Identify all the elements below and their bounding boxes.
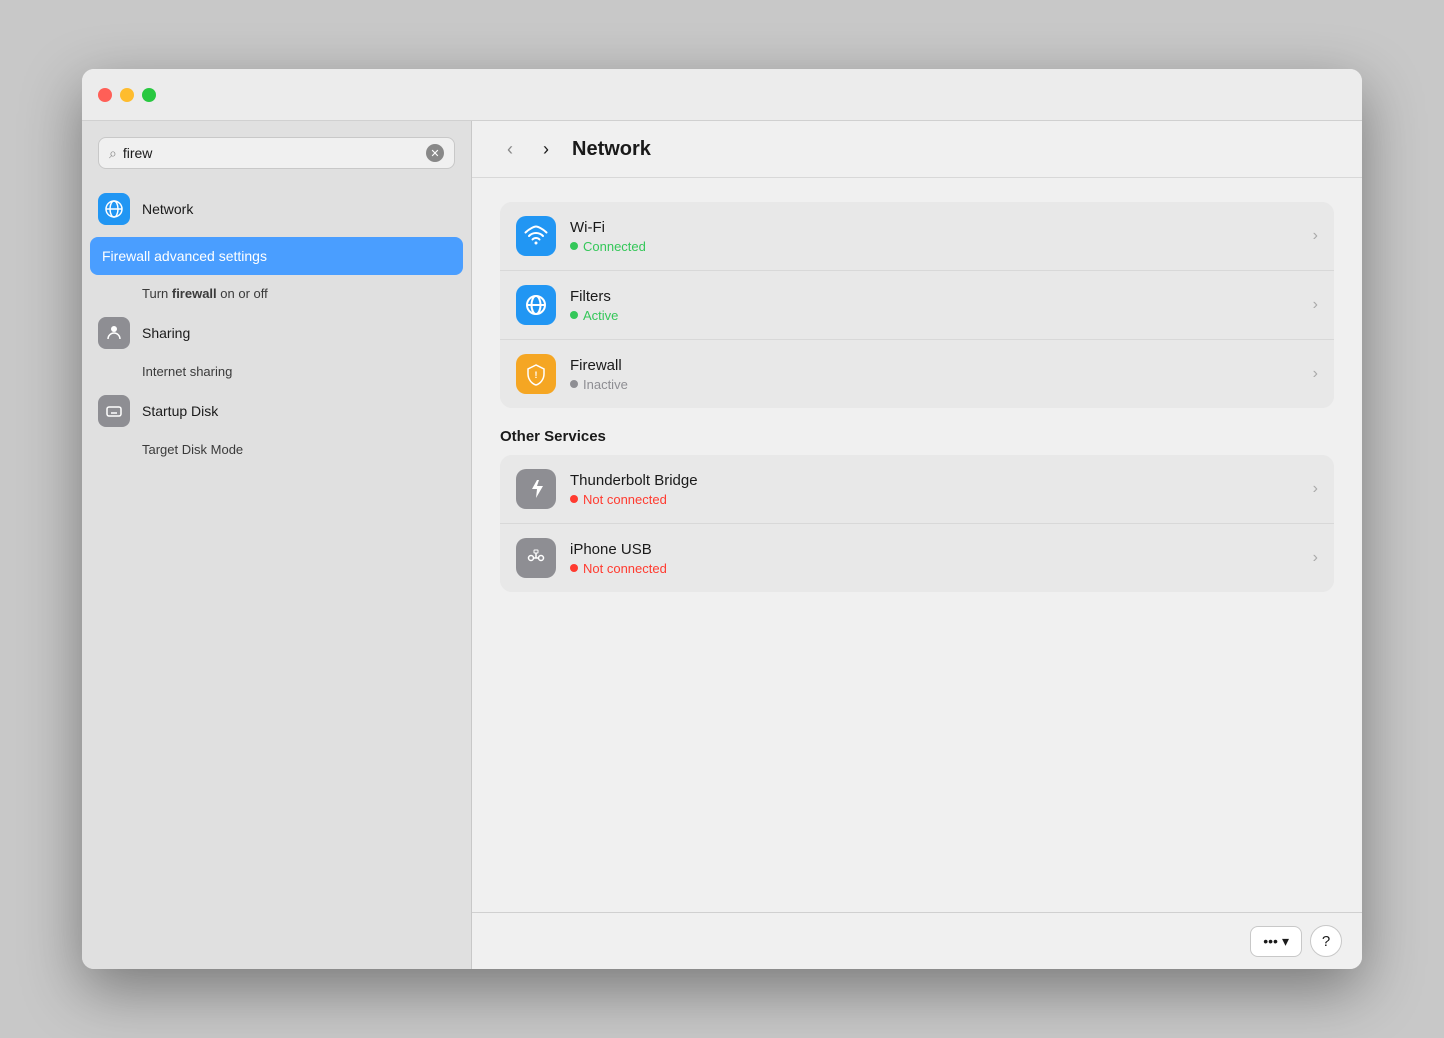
network-row-iphone-usb[interactable]: iPhone USB Not connected › xyxy=(500,524,1334,592)
sidebar-item-sharing-label: Sharing xyxy=(142,325,190,341)
sidebar-subitem-internet-sharing[interactable]: Internet sharing xyxy=(82,357,471,387)
iphone-usb-name: iPhone USB xyxy=(570,541,1313,558)
startup-disk-icon xyxy=(98,395,130,427)
wifi-name: Wi-Fi xyxy=(570,219,1313,236)
titlebar xyxy=(82,69,1362,121)
sidebar-item-firewall-label: Firewall advanced settings xyxy=(102,247,267,265)
sidebar-subitem-target-disk[interactable]: Target Disk Mode xyxy=(82,435,471,465)
sidebar-subitem-turn-firewall[interactable]: Turn firewall on or off xyxy=(82,279,471,309)
main-content: Wi-Fi Connected › xyxy=(472,178,1362,912)
sidebar: ⌕ ✕ Network Firewall xyxy=(82,121,472,969)
thunderbolt-icon xyxy=(516,469,556,509)
firewall-status: Inactive xyxy=(570,377,1313,392)
filters-status-dot xyxy=(570,311,578,319)
filters-info: Filters Active xyxy=(570,288,1313,323)
network-items-group: Wi-Fi Connected › xyxy=(500,202,1334,408)
sidebar-item-network-label: Network xyxy=(142,201,193,217)
close-button[interactable] xyxy=(98,88,112,102)
svg-text:!: ! xyxy=(535,370,538,380)
bottom-bar: ••• ▾ ? xyxy=(472,912,1362,969)
sidebar-item-startup-disk[interactable]: Startup Disk xyxy=(82,387,471,435)
main-header: ‹ › Network xyxy=(472,121,1362,178)
other-services-group: Thunderbolt Bridge Not connected › xyxy=(500,455,1334,592)
thunderbolt-status-text: Not connected xyxy=(583,492,667,507)
iphone-usb-chevron-icon: › xyxy=(1313,549,1318,567)
minimize-button[interactable] xyxy=(120,88,134,102)
sidebar-item-firewall-advanced[interactable]: Firewall advanced settings xyxy=(90,237,463,275)
more-options-button[interactable]: ••• ▾ xyxy=(1250,926,1302,957)
search-clear-button[interactable]: ✕ xyxy=(426,144,444,162)
firewall-chevron-icon: › xyxy=(1313,365,1318,383)
back-button[interactable]: ‹ xyxy=(496,135,524,163)
network-row-firewall[interactable]: ! Firewall Inactive › xyxy=(500,340,1334,408)
network-row-thunderbolt[interactable]: Thunderbolt Bridge Not connected › xyxy=(500,455,1334,524)
iphone-usb-status-dot xyxy=(570,564,578,572)
search-container: ⌕ ✕ xyxy=(82,137,471,185)
help-button[interactable]: ? xyxy=(1310,925,1342,957)
wifi-chevron-icon: › xyxy=(1313,227,1318,245)
thunderbolt-name: Thunderbolt Bridge xyxy=(570,472,1313,489)
network-row-wifi[interactable]: Wi-Fi Connected › xyxy=(500,202,1334,271)
network-row-filters[interactable]: Filters Active › xyxy=(500,271,1334,340)
sidebar-subitem-target-disk-label: Target Disk Mode xyxy=(142,442,243,457)
maximize-button[interactable] xyxy=(142,88,156,102)
wifi-info: Wi-Fi Connected xyxy=(570,219,1313,254)
thunderbolt-status-dot xyxy=(570,495,578,503)
thunderbolt-info: Thunderbolt Bridge Not connected xyxy=(570,472,1313,507)
sidebar-item-network[interactable]: Network xyxy=(82,185,471,233)
page-title: Network xyxy=(572,138,651,161)
firewall-status-dot xyxy=(570,380,578,388)
search-icon: ⌕ xyxy=(109,145,117,162)
sidebar-subitem-internet-sharing-label: Internet sharing xyxy=(142,364,232,379)
more-options-label: ••• xyxy=(1263,933,1278,949)
firewall-info: Firewall Inactive xyxy=(570,357,1313,392)
selected-item-wrap: Firewall advanced settings xyxy=(82,233,471,279)
iphone-usb-icon xyxy=(516,538,556,578)
sidebar-item-sharing[interactable]: Sharing xyxy=(82,309,471,357)
iphone-usb-status: Not connected xyxy=(570,561,1313,576)
firewall-icon: ! xyxy=(516,354,556,394)
wifi-status-text: Connected xyxy=(583,239,646,254)
sidebar-item-startup-label: Startup Disk xyxy=(142,403,218,419)
content-area: ⌕ ✕ Network Firewall xyxy=(82,121,1362,969)
sidebar-subitem-turn-firewall-label: Turn firewall on or off xyxy=(142,286,268,301)
firewall-name: Firewall xyxy=(570,357,1313,374)
filters-name: Filters xyxy=(570,288,1313,305)
filters-icon xyxy=(516,285,556,325)
wifi-icon xyxy=(516,216,556,256)
main-panel: ‹ › Network xyxy=(472,121,1362,969)
forward-button[interactable]: › xyxy=(532,135,560,163)
wifi-status: Connected xyxy=(570,239,1313,254)
network-icon xyxy=(98,193,130,225)
sharing-icon xyxy=(98,317,130,349)
filters-status-text: Active xyxy=(583,308,618,323)
search-box[interactable]: ⌕ ✕ xyxy=(98,137,455,169)
iphone-usb-status-text: Not connected xyxy=(583,561,667,576)
iphone-usb-info: iPhone USB Not connected xyxy=(570,541,1313,576)
wifi-status-dot xyxy=(570,242,578,250)
search-input[interactable] xyxy=(123,145,420,161)
filters-chevron-icon: › xyxy=(1313,296,1318,314)
chevron-down-icon: ▾ xyxy=(1282,933,1289,950)
other-services-title: Other Services xyxy=(500,428,1334,445)
thunderbolt-chevron-icon: › xyxy=(1313,480,1318,498)
thunderbolt-status: Not connected xyxy=(570,492,1313,507)
firewall-status-text: Inactive xyxy=(583,377,628,392)
filters-status: Active xyxy=(570,308,1313,323)
help-label: ? xyxy=(1322,933,1330,950)
main-window: ⌕ ✕ Network Firewall xyxy=(82,69,1362,969)
traffic-lights xyxy=(98,88,156,102)
